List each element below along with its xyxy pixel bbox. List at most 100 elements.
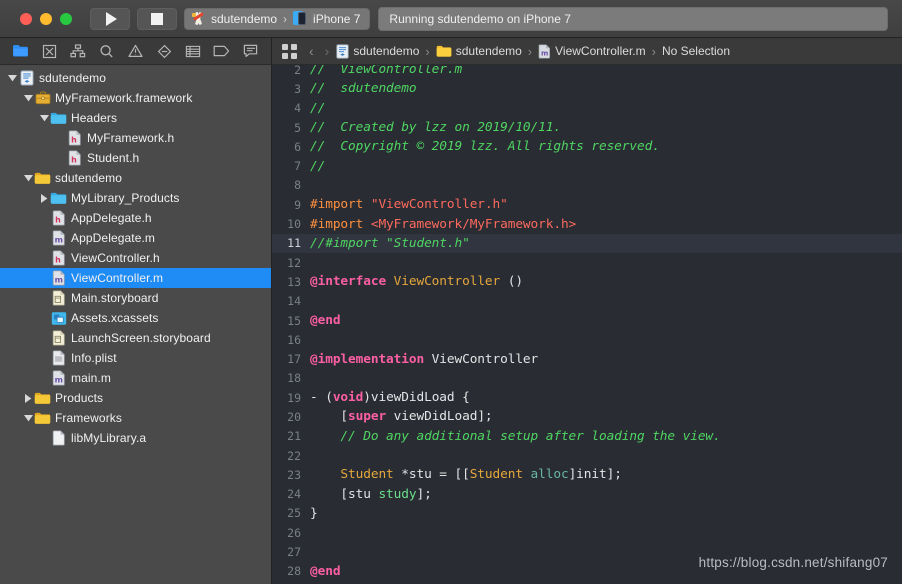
breadcrumb-item-file[interactable]: m ViewController.m <box>538 43 646 59</box>
tree-row[interactable]: m AppDelegate.m <box>0 228 271 248</box>
tree-row[interactable]: h AppDelegate.h <box>0 208 271 228</box>
tree-row-label: Info.plist <box>71 351 117 365</box>
tree-row[interactable]: Frameworks <box>0 408 271 428</box>
plist-icon <box>52 350 66 366</box>
code-line[interactable]: 8 <box>272 176 902 195</box>
code-line[interactable]: 26 <box>272 523 902 542</box>
navigator-tab-debug-navigator[interactable] <box>179 40 208 63</box>
code-line[interactable]: 15 @end <box>272 311 902 330</box>
disclosure-triangle-closed[interactable] <box>38 193 50 203</box>
tree-row[interactable]: Main.storyboard <box>0 288 271 308</box>
code-line[interactable]: 14 <box>272 292 902 311</box>
simulator-icon <box>293 11 308 26</box>
tree-row-label: AppDelegate.h <box>71 211 152 225</box>
disclosure-triangle-open[interactable] <box>22 174 34 182</box>
code-line[interactable]: 16 <box>272 330 902 349</box>
code-token: [ <box>310 409 349 425</box>
code-token: @interface <box>310 274 394 290</box>
related-items-icon[interactable] <box>280 43 302 59</box>
code-token: //#import "Student.h" <box>310 235 470 251</box>
code-line[interactable]: 10 #import <MyFramework/MyFramework.h> <box>272 214 902 233</box>
code-line[interactable]: 22 <box>272 446 902 465</box>
code-line[interactable]: 11 //#import "Student.h" <box>272 233 902 253</box>
project-navigator-tree[interactable]: sdutendemo MyFramework.framework Headers h M… <box>0 65 271 584</box>
code-line[interactable]: 24 [stu study]; <box>272 485 902 504</box>
tree-row[interactable]: LaunchScreen.storyboard <box>0 328 271 348</box>
zoom-window-button[interactable] <box>60 12 72 25</box>
tree-row[interactable]: MyFramework.framework <box>0 88 271 108</box>
tree-row[interactable]: sdutendemo <box>0 168 271 188</box>
code-line[interactable]: 6 // Copyright © 2019 lzz. All rights res… <box>272 137 902 156</box>
breadcrumb-item-project[interactable]: sdutendemo <box>336 43 419 59</box>
scheme-selector[interactable]: sdutendemo › iPhone 7 <box>184 7 371 30</box>
code-line[interactable]: 2 // ViewController.m <box>272 65 902 79</box>
code-line[interactable]: 9 #import "ViewController.h" <box>272 195 902 214</box>
navigator-tab-breakpoint-navigator[interactable] <box>207 40 236 63</box>
tree-row[interactable]: libMyLibrary.a <box>0 428 271 448</box>
line-number: 14 <box>287 294 301 309</box>
disclosure-triangle-open[interactable] <box>22 94 34 102</box>
navigator-tab-project-navigator[interactable] <box>6 40 35 63</box>
tree-row[interactable]: Products <box>0 388 271 408</box>
line-number: 3 <box>294 81 301 96</box>
code-line[interactable]: 13 @interface ViewController () <box>272 272 902 291</box>
minimize-window-button[interactable] <box>40 12 52 25</box>
navigator-tab-issue-navigator[interactable] <box>121 40 150 63</box>
tree-row[interactable]: h MyFramework.h <box>0 128 271 148</box>
window-controls <box>8 12 90 25</box>
disclosure-triangle-open[interactable] <box>38 114 50 122</box>
code-line[interactable]: 25} <box>272 504 902 523</box>
code-line[interactable]: 5 // Created by lzz on 2019/10/11. <box>272 118 902 137</box>
code-text: //#import "Student.h" <box>310 236 470 251</box>
file-icon-wrap <box>50 430 67 446</box>
stop-button[interactable] <box>137 7 177 30</box>
line-number: 28 <box>287 564 301 579</box>
code-line[interactable]: 23 Student *stu = [[Student alloc]init]; <box>272 465 902 484</box>
tree-row[interactable]: MyLibrary_Products <box>0 188 271 208</box>
back-button[interactable]: ‹ <box>305 43 318 59</box>
tree-row[interactable]: h ViewController.h <box>0 248 271 268</box>
svg-text:h: h <box>71 135 77 144</box>
forward-button[interactable]: › <box>321 43 334 59</box>
navigator-tab-test-navigator[interactable] <box>150 40 179 63</box>
navigator-tab-report-navigator[interactable] <box>236 40 265 63</box>
xcodeproj-icon <box>336 43 349 59</box>
code-text: @interface ViewController () <box>310 274 523 289</box>
navigator-tab-source-control-navigator[interactable] <box>35 40 64 63</box>
xcodeproj-icon <box>20 70 34 86</box>
source-editor[interactable]: 2 // ViewController.m 3 // sdutendemo 4 // 5 //… <box>272 65 902 584</box>
code-token: - ( <box>310 390 333 406</box>
tree-row-label: Assets.xcassets <box>71 311 159 325</box>
tree-row[interactable]: sdutendemo <box>0 68 271 88</box>
disclosure-triangle-open[interactable] <box>22 414 34 422</box>
line-number: 13 <box>287 274 301 289</box>
tree-row[interactable]: h Student.h <box>0 148 271 168</box>
code-line[interactable]: 17 @implementation ViewController <box>272 349 902 368</box>
code-line[interactable]: 12 <box>272 253 902 272</box>
navigator-tab-symbol-navigator[interactable] <box>64 40 93 63</box>
code-line[interactable]: 21 // Do any additional setup after load… <box>272 427 902 446</box>
disclosure-triangle-open[interactable] <box>6 74 18 82</box>
code-line[interactable]: 18 <box>272 369 902 388</box>
breadcrumb-item-group[interactable]: sdutendemo <box>436 44 522 58</box>
disclosure-triangle-closed[interactable] <box>22 393 34 403</box>
code-line[interactable]: 19 - (void)viewDidLoad { <box>272 388 902 407</box>
close-window-button[interactable] <box>20 12 32 25</box>
storyboard-icon <box>52 330 66 346</box>
code-line[interactable]: 4 // <box>272 99 902 118</box>
stop-icon <box>151 12 163 25</box>
tree-row[interactable]: Info.plist <box>0 348 271 368</box>
tree-row[interactable]: Headers <box>0 108 271 128</box>
code-token: ViewController <box>431 351 539 367</box>
code-line[interactable]: 3 // sdutendemo <box>272 79 902 98</box>
run-button[interactable] <box>90 7 130 30</box>
tree-row[interactable]: m ViewController.m <box>0 268 271 288</box>
tree-row[interactable]: m main.m <box>0 368 271 388</box>
breadcrumb-item-selection[interactable]: No Selection <box>662 44 730 58</box>
code-line[interactable]: 20 [super viewDidLoad]; <box>272 407 902 426</box>
navigator-tab-find-navigator[interactable] <box>92 40 121 63</box>
code-line[interactable]: 7 // <box>272 156 902 175</box>
tree-row[interactable]: Assets.xcassets <box>0 308 271 328</box>
play-icon <box>106 11 117 26</box>
